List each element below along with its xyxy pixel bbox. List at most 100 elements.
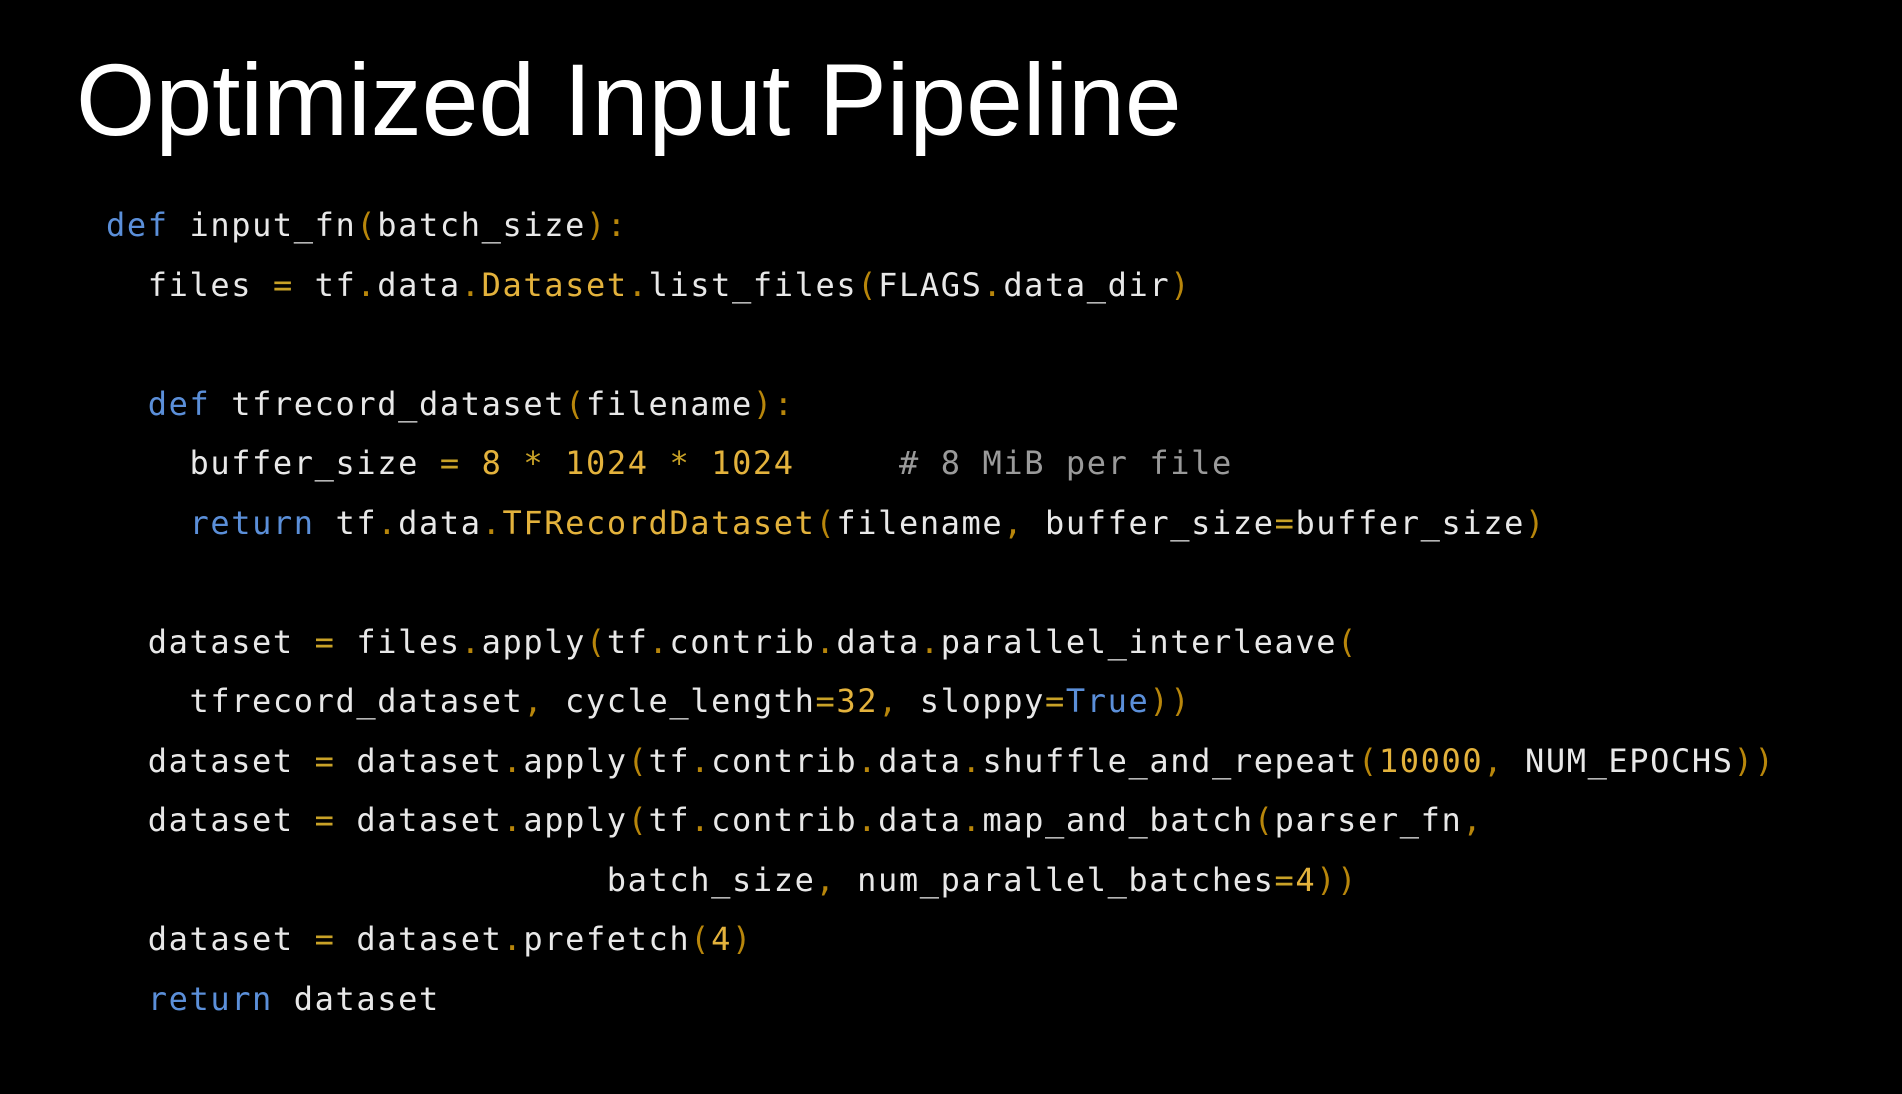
code-punctuation: ( xyxy=(815,503,837,542)
code-punctuation: ( xyxy=(356,206,378,244)
code-punctuation: ( xyxy=(690,920,712,958)
code-text: batch_size xyxy=(106,860,816,899)
code-text: contrib xyxy=(711,801,858,839)
code-text: data xyxy=(878,801,962,839)
code-number: 4 xyxy=(711,920,733,958)
code-text: tf xyxy=(314,503,378,542)
code-text: dataset xyxy=(335,801,503,839)
code-operator: = xyxy=(314,741,336,780)
code-punctuation: ) xyxy=(1170,265,1192,304)
code-operator: = xyxy=(314,622,336,661)
code-punctuation: )) xyxy=(1316,860,1358,899)
code-text: tfrecord_dataset xyxy=(106,682,524,720)
code-punctuation: . xyxy=(648,622,670,661)
code-punctuation: . xyxy=(356,265,378,304)
code-text: data xyxy=(377,265,461,304)
code-operator: * xyxy=(523,444,545,482)
code-text: map_and_batch xyxy=(982,801,1254,839)
code-operator: = xyxy=(815,682,837,720)
code-text: batch_size xyxy=(377,206,586,244)
code-operator: = xyxy=(1274,503,1296,542)
code-line: return tf.data.TFRecordDataset(filename,… xyxy=(106,494,1775,554)
code-text: apply xyxy=(523,801,628,839)
code-line: dataset = dataset.prefetch(4) xyxy=(106,910,1775,970)
code-constant: True xyxy=(1065,682,1150,720)
code-keyword: def xyxy=(106,206,169,244)
code-punctuation: , xyxy=(523,682,545,720)
code-text: data_dir xyxy=(1003,265,1171,304)
code-text: tf xyxy=(293,265,357,304)
code-text: tf xyxy=(648,801,691,839)
code-text: tf xyxy=(606,622,649,661)
code-punctuation: )) xyxy=(1733,741,1776,780)
code-text: tfrecord_dataset xyxy=(210,384,566,423)
code-number: 1024 xyxy=(565,444,649,482)
code-number: 32 xyxy=(836,682,879,720)
code-block: def input_fn(batch_size): files = tf.dat… xyxy=(106,196,1775,1029)
code-punctuation: ) xyxy=(732,920,753,958)
code-punctuation: . xyxy=(460,265,482,304)
code-punctuation: . xyxy=(690,741,712,780)
code-text: sloppy xyxy=(898,682,1045,720)
code-punctuation: ): xyxy=(752,384,795,423)
code-punctuation: . xyxy=(919,622,941,661)
code-keyword: return xyxy=(189,503,315,542)
code-text: input_fn xyxy=(168,206,357,244)
code-comment: # 8 MiB per file xyxy=(899,444,1233,482)
code-punctuation: . xyxy=(460,622,482,661)
code-class-name: TFRecordDataset xyxy=(502,503,816,542)
code-operator: = xyxy=(272,265,294,304)
code-text: contrib xyxy=(711,741,858,780)
code-keyword: return xyxy=(147,979,273,1018)
code-line: return dataset xyxy=(106,970,1775,1030)
code-text: num_parallel_batches xyxy=(836,860,1275,899)
code-punctuation: . xyxy=(961,741,983,780)
code-operator: * xyxy=(669,444,691,482)
code-text: buffer_size xyxy=(106,444,440,482)
code-text: files xyxy=(106,265,273,304)
code-punctuation: ( xyxy=(627,741,649,780)
code-punctuation: ( xyxy=(1337,622,1359,661)
code-text: prefetch xyxy=(523,920,691,958)
code-text: dataset xyxy=(106,801,315,839)
code-number: 10000 xyxy=(1378,741,1484,780)
code-class-name: Dataset xyxy=(481,265,628,304)
code-punctuation: . xyxy=(627,265,649,304)
code-punctuation: , xyxy=(815,860,837,899)
code-text: data xyxy=(836,622,920,661)
code-operator: = xyxy=(1274,860,1296,899)
code-text: buffer_size xyxy=(1295,503,1525,542)
code-punctuation: ( xyxy=(565,384,586,423)
code-punctuation: . xyxy=(502,801,524,839)
code-text: apply xyxy=(481,622,586,661)
code-punctuation: ( xyxy=(857,265,879,304)
code-punctuation: ( xyxy=(627,801,649,839)
code-punctuation: . xyxy=(481,503,503,542)
slide-title: Optimized Input Pipeline xyxy=(76,43,1182,157)
code-line: def input_fn(batch_size): xyxy=(106,196,1775,256)
code-text: dataset xyxy=(106,741,315,780)
code-punctuation: ) xyxy=(1524,503,1546,542)
code-text: tf xyxy=(648,741,691,780)
code-operator: = xyxy=(314,801,336,839)
code-punctuation: . xyxy=(502,920,524,958)
code-text: parser_fn xyxy=(1274,801,1463,839)
code-number: 4 xyxy=(1295,860,1317,899)
code-punctuation: , xyxy=(878,682,899,720)
code-punctuation: )) xyxy=(1149,682,1192,720)
code-text: filename xyxy=(836,503,1004,542)
code-line: tfrecord_dataset, cycle_length=32, slopp… xyxy=(106,672,1775,732)
code-text: contrib xyxy=(669,622,816,661)
code-punctuation: . xyxy=(690,801,712,839)
code-line: dataset = files.apply(tf.contrib.data.pa… xyxy=(106,613,1775,673)
code-text: parallel_interleave xyxy=(940,622,1338,661)
code-line: def tfrecord_dataset(filename): xyxy=(106,375,1775,435)
code-text: cycle_length xyxy=(544,682,816,720)
